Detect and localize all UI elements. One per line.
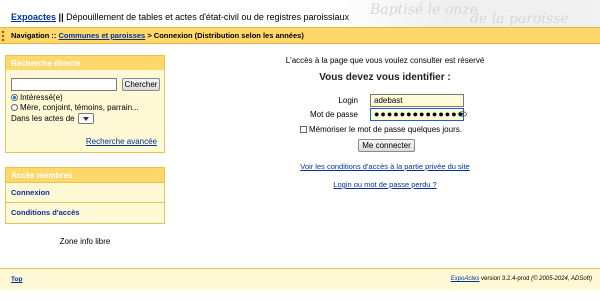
search-input[interactable] — [11, 78, 117, 91]
access-conditions-link[interactable]: Voir les conditions d'accès à la partie … — [300, 162, 469, 171]
nav-bullet-icon — [1, 30, 5, 42]
breadcrumb-prefix: Navigation :: — [11, 31, 57, 40]
radio-interesse-label: Intéressé(e) — [20, 93, 63, 102]
conditions-link-row: Voir les conditions d'accès à la partie … — [170, 162, 600, 171]
site-title: Expoactes || Dépouillement de tables et … — [11, 12, 349, 22]
acts-type-select[interactable] — [77, 113, 94, 124]
breadcrumb-link-communes[interactable]: Communes et paroisses — [59, 31, 146, 40]
breadcrumb-current: Connexion (Distribution selon les années… — [153, 31, 304, 40]
radio-unselected-icon[interactable] — [11, 104, 18, 111]
lost-password-link[interactable]: Login ou mot de passe perdu ? — [333, 180, 436, 189]
acts-type-row: Dans les actes de — [11, 113, 94, 124]
advanced-search-link[interactable]: Recherche avancée — [86, 137, 157, 146]
search-panel: Recherche directe Chercher Intéressé(e) … — [5, 55, 165, 153]
members-panel-title: Accès membres — [6, 168, 164, 182]
version-info: ExpoActes version 3.2.4-prod (© 2005-202… — [451, 276, 592, 282]
expoactes-home-link[interactable]: Expoactes — [11, 12, 56, 22]
password-label: Mot de passe — [309, 110, 358, 119]
radio-selected-icon[interactable] — [11, 94, 18, 101]
breadcrumb-arrow: > — [147, 31, 152, 40]
members-panel: Accès membres Connexion Conditions d'acc… — [5, 167, 165, 224]
login-label: Login — [338, 96, 358, 105]
show-password-eye-icon[interactable] — [458, 111, 467, 117]
login-heading: Vous devez vous identifier : — [319, 72, 451, 83]
site-header: Expoactes || Dépouillement de tables et … — [0, 0, 600, 27]
search-panel-title: Recherche directe — [6, 56, 164, 70]
password-input[interactable]: ●●●●●●●●●●●●●● — [370, 108, 464, 121]
copyright-text: (© 2005-2024, ADSoft) — [531, 276, 592, 282]
navigation-bar: Navigation :: Communes et paroisses > Co… — [0, 27, 600, 44]
menu-item-conditions[interactable]: Conditions d'accès — [6, 202, 164, 222]
remember-password-row[interactable]: Mémoriser le mot de passe quelques jours… — [300, 125, 462, 134]
expoactes-footer-link[interactable]: ExpoActes — [451, 276, 480, 282]
radio-interesse[interactable]: Intéressé(e) — [11, 93, 63, 102]
radio-mere-conjoint-label: Mère, conjoint, témoins, parrain... — [20, 103, 139, 112]
acts-type-label: Dans les actes de — [11, 114, 75, 123]
radio-mere-conjoint[interactable]: Mère, conjoint, témoins, parrain... — [11, 103, 139, 112]
menu-item-connexion[interactable]: Connexion — [6, 182, 164, 202]
remember-password-checkbox[interactable] — [300, 126, 307, 133]
zone-info-text: Zone info libre — [59, 237, 111, 246]
page-footer: Top ExpoActes version 3.2.4-prod (© 2005… — [0, 268, 600, 290]
breadcrumb: Navigation :: Communes et paroisses > Co… — [11, 31, 304, 40]
lost-password-link-row: Login ou mot de passe perdu ? — [170, 180, 600, 189]
header-decoration-image: Baptisé le onze de la paroisse — [340, 0, 600, 27]
site-subtitle: Dépouillement de tables et actes d'état-… — [66, 12, 349, 22]
remember-password-label: Mémoriser le mot de passe quelques jours… — [309, 125, 462, 134]
login-input[interactable]: adebast — [370, 94, 464, 107]
search-button[interactable]: Chercher — [122, 78, 160, 91]
version-text: version 3.2.4-prod — [481, 276, 530, 282]
access-notice: L'accès à la page que vous voulez consul… — [285, 56, 485, 65]
title-separator: || — [58, 12, 64, 22]
top-link[interactable]: Top — [11, 276, 22, 283]
connect-button[interactable]: Me connecter — [358, 139, 415, 152]
